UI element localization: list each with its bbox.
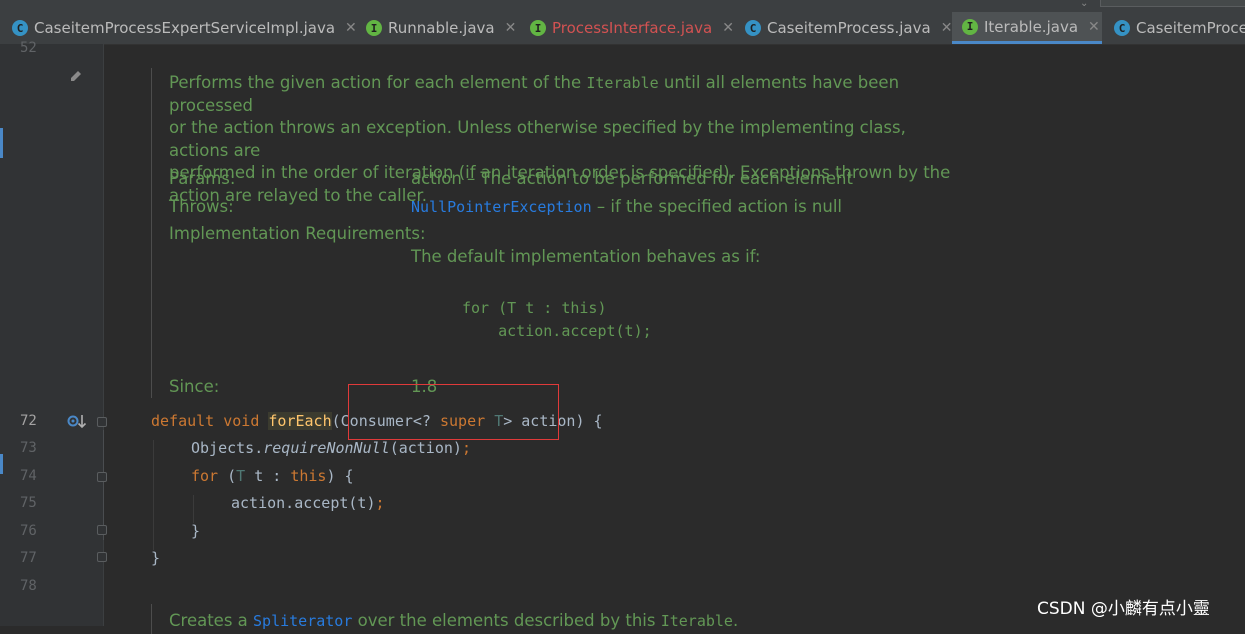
line-number: 78: [20, 578, 37, 594]
tab-label: CaseitemProce: [1136, 19, 1245, 37]
close-icon[interactable]: ✕: [505, 20, 517, 36]
fold-toggle-icon[interactable]: [97, 472, 107, 482]
throws-value: NullPointerException – if the specified …: [411, 197, 843, 216]
tab-runnable[interactable]: I Runnable.java ✕: [366, 12, 516, 44]
method-name[interactable]: forEach: [268, 412, 332, 430]
watermark: CSDN @小麟有点小靈: [1037, 599, 1210, 619]
close-icon[interactable]: ✕: [722, 20, 734, 36]
impl-req-label: Implementation Requirements:: [169, 224, 426, 243]
fold-toggle-icon[interactable]: [97, 417, 107, 427]
close-icon[interactable]: ✕: [1088, 19, 1100, 35]
indent-guide: [193, 495, 194, 523]
code-line-76[interactable]: }: [191, 522, 200, 540]
interface-icon: I: [366, 20, 382, 36]
close-icon[interactable]: ✕: [941, 20, 953, 36]
impl-code-line: action.accept(t);: [462, 322, 652, 340]
params-label: Params:: [169, 169, 236, 188]
line-number-gutter[interactable]: [0, 44, 104, 626]
javadoc-description: Creates a Spliterator over the elements …: [169, 611, 739, 630]
editor-tab-bar: ⌄ C CaseitemProcessExpertServiceImpl.jav…: [0, 0, 1245, 45]
code-line-75[interactable]: action.accept(t);: [231, 494, 385, 512]
line-number: 52: [20, 40, 37, 56]
interface-icon: I: [962, 18, 978, 35]
tab-label: ProcessInterface.java: [552, 19, 713, 37]
fold-toggle-icon[interactable]: [97, 552, 107, 562]
gutter-change-marker: [0, 128, 3, 158]
exception-link[interactable]: NullPointerException: [411, 198, 592, 216]
throws-label: Throws:: [169, 197, 234, 216]
line-number-current: 72: [20, 413, 37, 429]
gutter-change-marker: [0, 454, 3, 474]
params-value: action – The action to be performed for …: [411, 169, 853, 188]
fold-guide: [103, 430, 104, 540]
rendered-javadoc: Performs the given action for each eleme…: [151, 68, 1245, 398]
line-number: 76: [20, 523, 37, 539]
code-line-74[interactable]: for (T t : this) {: [191, 467, 354, 485]
highlight-box: [348, 384, 559, 440]
line-number: 74: [20, 468, 37, 484]
class-icon: C: [1114, 20, 1130, 36]
toolbar-overflow-icon[interactable]: ⌄: [1080, 0, 1088, 9]
tab-caseitem-process-expert-service-impl[interactable]: C CaseitemProcessExpertServiceImpl.java …: [12, 12, 357, 44]
tab-caseitem-process[interactable]: C CaseitemProcess.java ✕: [745, 12, 952, 44]
close-icon[interactable]: ✕: [345, 20, 357, 36]
impl-code-line: for (T t : this): [462, 299, 607, 317]
spliterator-link[interactable]: Spliterator: [253, 612, 352, 630]
line-number: 73: [20, 440, 37, 456]
tab-process-interface[interactable]: I ProcessInterface.java ✕: [530, 12, 734, 44]
impl-req-text: The default implementation behaves as if…: [411, 247, 761, 266]
toolbar-search-field[interactable]: [1100, 0, 1245, 7]
tab-label: Runnable.java: [388, 19, 495, 37]
code-line-73[interactable]: Objects.requireNonNull(action);: [191, 439, 471, 457]
class-icon: C: [12, 20, 28, 36]
line-number: 75: [20, 495, 37, 511]
fold-toggle-icon[interactable]: [97, 525, 107, 535]
code-line-77[interactable]: }: [151, 549, 160, 567]
interface-icon: I: [530, 20, 546, 36]
class-icon: C: [745, 20, 761, 36]
indent-guide: [153, 440, 154, 550]
inline-code: Iterable: [586, 74, 659, 92]
tab-caseitem-proce[interactable]: C CaseitemProce: [1114, 12, 1245, 44]
since-label: Since:: [169, 377, 220, 396]
line-number: 77: [20, 550, 37, 566]
overrides-method-icon[interactable]: [67, 413, 89, 431]
tab-label: Iterable.java: [984, 17, 1079, 36]
edit-doc-icon[interactable]: [68, 68, 84, 84]
tab-label: CaseitemProcess.java: [767, 19, 931, 37]
tab-iterable[interactable]: I Iterable.java ✕: [952, 12, 1102, 44]
tab-label: CaseitemProcessExpertServiceImpl.java: [34, 19, 336, 37]
